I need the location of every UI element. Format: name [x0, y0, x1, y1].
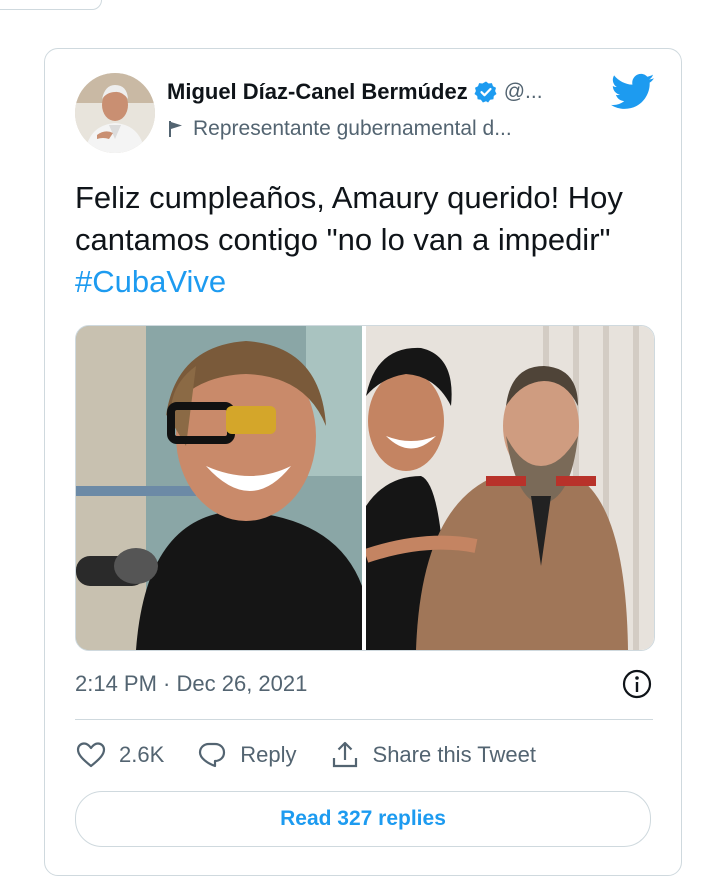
tweet-actions: 2.6K Reply Share this Tweet [75, 735, 568, 775]
author-handle[interactable]: @... [504, 80, 543, 104]
read-replies-button[interactable]: Read 327 replies [75, 791, 651, 847]
timestamp-row: 2:14 PM · Dec 26, 2021 [75, 669, 653, 699]
author-label-row: Representante gubernamental d... [167, 117, 512, 141]
reply-label: Reply [240, 742, 297, 767]
hashtag-link[interactable]: #CubaVive [75, 264, 226, 299]
heart-icon [76, 742, 106, 768]
twitter-bird-icon[interactable] [611, 73, 655, 111]
author-name[interactable]: Miguel Díaz-Canel Bermúdez [167, 79, 468, 105]
flag-icon [169, 121, 182, 137]
verified-badge-icon [474, 81, 497, 103]
share-icon [332, 741, 357, 768]
previous-card-edge [0, 0, 102, 10]
tweet-timestamp[interactable]: 2:14 PM · Dec 26, 2021 [75, 671, 307, 697]
like-count: 2.6K [119, 742, 165, 767]
government-label: Representante gubernamental d... [193, 117, 512, 140]
avatar[interactable] [75, 73, 155, 153]
tweet-media[interactable] [75, 325, 655, 651]
tweet-body: Feliz cumpleaños, Amaury querido! Hoy ca… [75, 180, 623, 257]
photo-singer[interactable] [76, 326, 366, 650]
share-label: Share this Tweet [372, 742, 536, 767]
reply-icon [199, 742, 226, 768]
tweet-card[interactable]: Miguel Díaz-Canel Bermúdez @... Represen… [44, 48, 682, 876]
info-icon[interactable] [621, 668, 653, 700]
share-button[interactable]: Share this Tweet [329, 739, 536, 771]
photo-historic[interactable] [366, 326, 654, 650]
reply-button[interactable]: Reply [196, 739, 297, 771]
author-row: Miguel Díaz-Canel Bermúdez @... [167, 79, 543, 105]
tweet-text: Feliz cumpleaños, Amaury querido! Hoy ca… [75, 177, 655, 303]
like-button[interactable]: 2.6K [75, 739, 164, 771]
divider [75, 719, 653, 720]
